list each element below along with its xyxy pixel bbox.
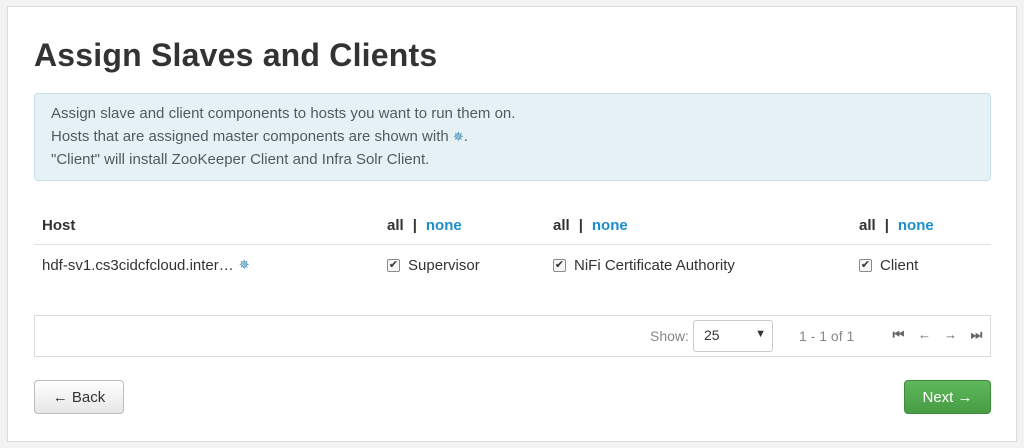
caret-down-icon: ▼: [755, 328, 766, 340]
table-header: Host all | none all | none all | none: [34, 205, 991, 245]
back-button[interactable]: ← Back: [34, 380, 124, 414]
info-line-3: "Client" will install ZooKeeper Client a…: [51, 151, 430, 168]
separator: |: [578, 216, 583, 234]
next-button[interactable]: Next →: [904, 380, 991, 414]
wizard-panel: Assign Slaves and Clients Assign slave a…: [7, 6, 1017, 442]
pagination-controls: ⏮ ← → ⏭: [890, 327, 985, 343]
page-title: Assign Slaves and Clients: [34, 37, 438, 73]
host-column-header: Host: [42, 216, 76, 234]
next-page-icon[interactable]: →: [942, 327, 959, 343]
client-checkbox[interactable]: ✔: [859, 258, 872, 272]
page-range: 1 - 1 of 1: [799, 328, 855, 344]
info-line-2: Hosts that are assigned master component…: [51, 125, 974, 148]
page-size-value: 25: [704, 327, 720, 343]
select-none-link[interactable]: none: [426, 217, 462, 234]
info-line-1: Assign slave and client components to ho…: [51, 105, 516, 122]
select-none-link[interactable]: none: [592, 217, 628, 234]
separator: |: [884, 216, 889, 234]
host-cell: hdf-sv1.cs3cidcfcloud.inter… ✵: [42, 245, 250, 285]
supervisor-cell: ✔ Supervisor: [387, 245, 480, 285]
first-page-icon[interactable]: ⏮: [890, 327, 907, 343]
select-all-link[interactable]: all: [859, 217, 876, 234]
nifi-ca-label: NiFi Certificate Authority: [574, 256, 735, 274]
pagination-bar: Show: 25 ▼ 1 - 1 of 1 ⏮ ← → ⏭: [34, 315, 991, 357]
select-all-link[interactable]: all: [387, 217, 404, 234]
client-label: Client: [880, 256, 919, 274]
previous-page-icon[interactable]: ←: [916, 327, 933, 343]
nifi-ca-cell: ✔ NiFi Certificate Authority: [553, 245, 735, 285]
last-page-icon[interactable]: ⏭: [968, 327, 985, 343]
master-star-icon: ✵: [452, 129, 464, 144]
info-line-2-prefix: Hosts that are assigned master component…: [51, 128, 449, 145]
host-name: hdf-sv1.cs3cidcfcloud.inter…: [42, 256, 234, 274]
select-none-link[interactable]: none: [898, 217, 934, 234]
client-cell: ✔ Client: [859, 245, 918, 285]
separator: |: [412, 216, 417, 234]
info-line-2-suffix: .: [463, 128, 468, 145]
info-alert: Assign slave and client components to ho…: [34, 93, 991, 181]
supervisor-label: Supervisor: [408, 256, 480, 274]
show-label: Show:: [650, 328, 689, 344]
master-star-icon: ✵: [238, 257, 250, 272]
supervisor-checkbox[interactable]: ✔: [387, 258, 400, 272]
table-row: hdf-sv1.cs3cidcfcloud.inter… ✵ ✔ Supervi…: [34, 245, 991, 285]
client-column-header: all | none: [859, 205, 934, 245]
nifi-ca-checkbox[interactable]: ✔: [553, 258, 566, 272]
select-all-link[interactable]: all: [553, 217, 570, 234]
supervisor-column-header: all | none: [387, 205, 462, 245]
page-size-select[interactable]: 25 ▼: [693, 320, 773, 352]
nifi-ca-column-header: all | none: [553, 205, 628, 245]
